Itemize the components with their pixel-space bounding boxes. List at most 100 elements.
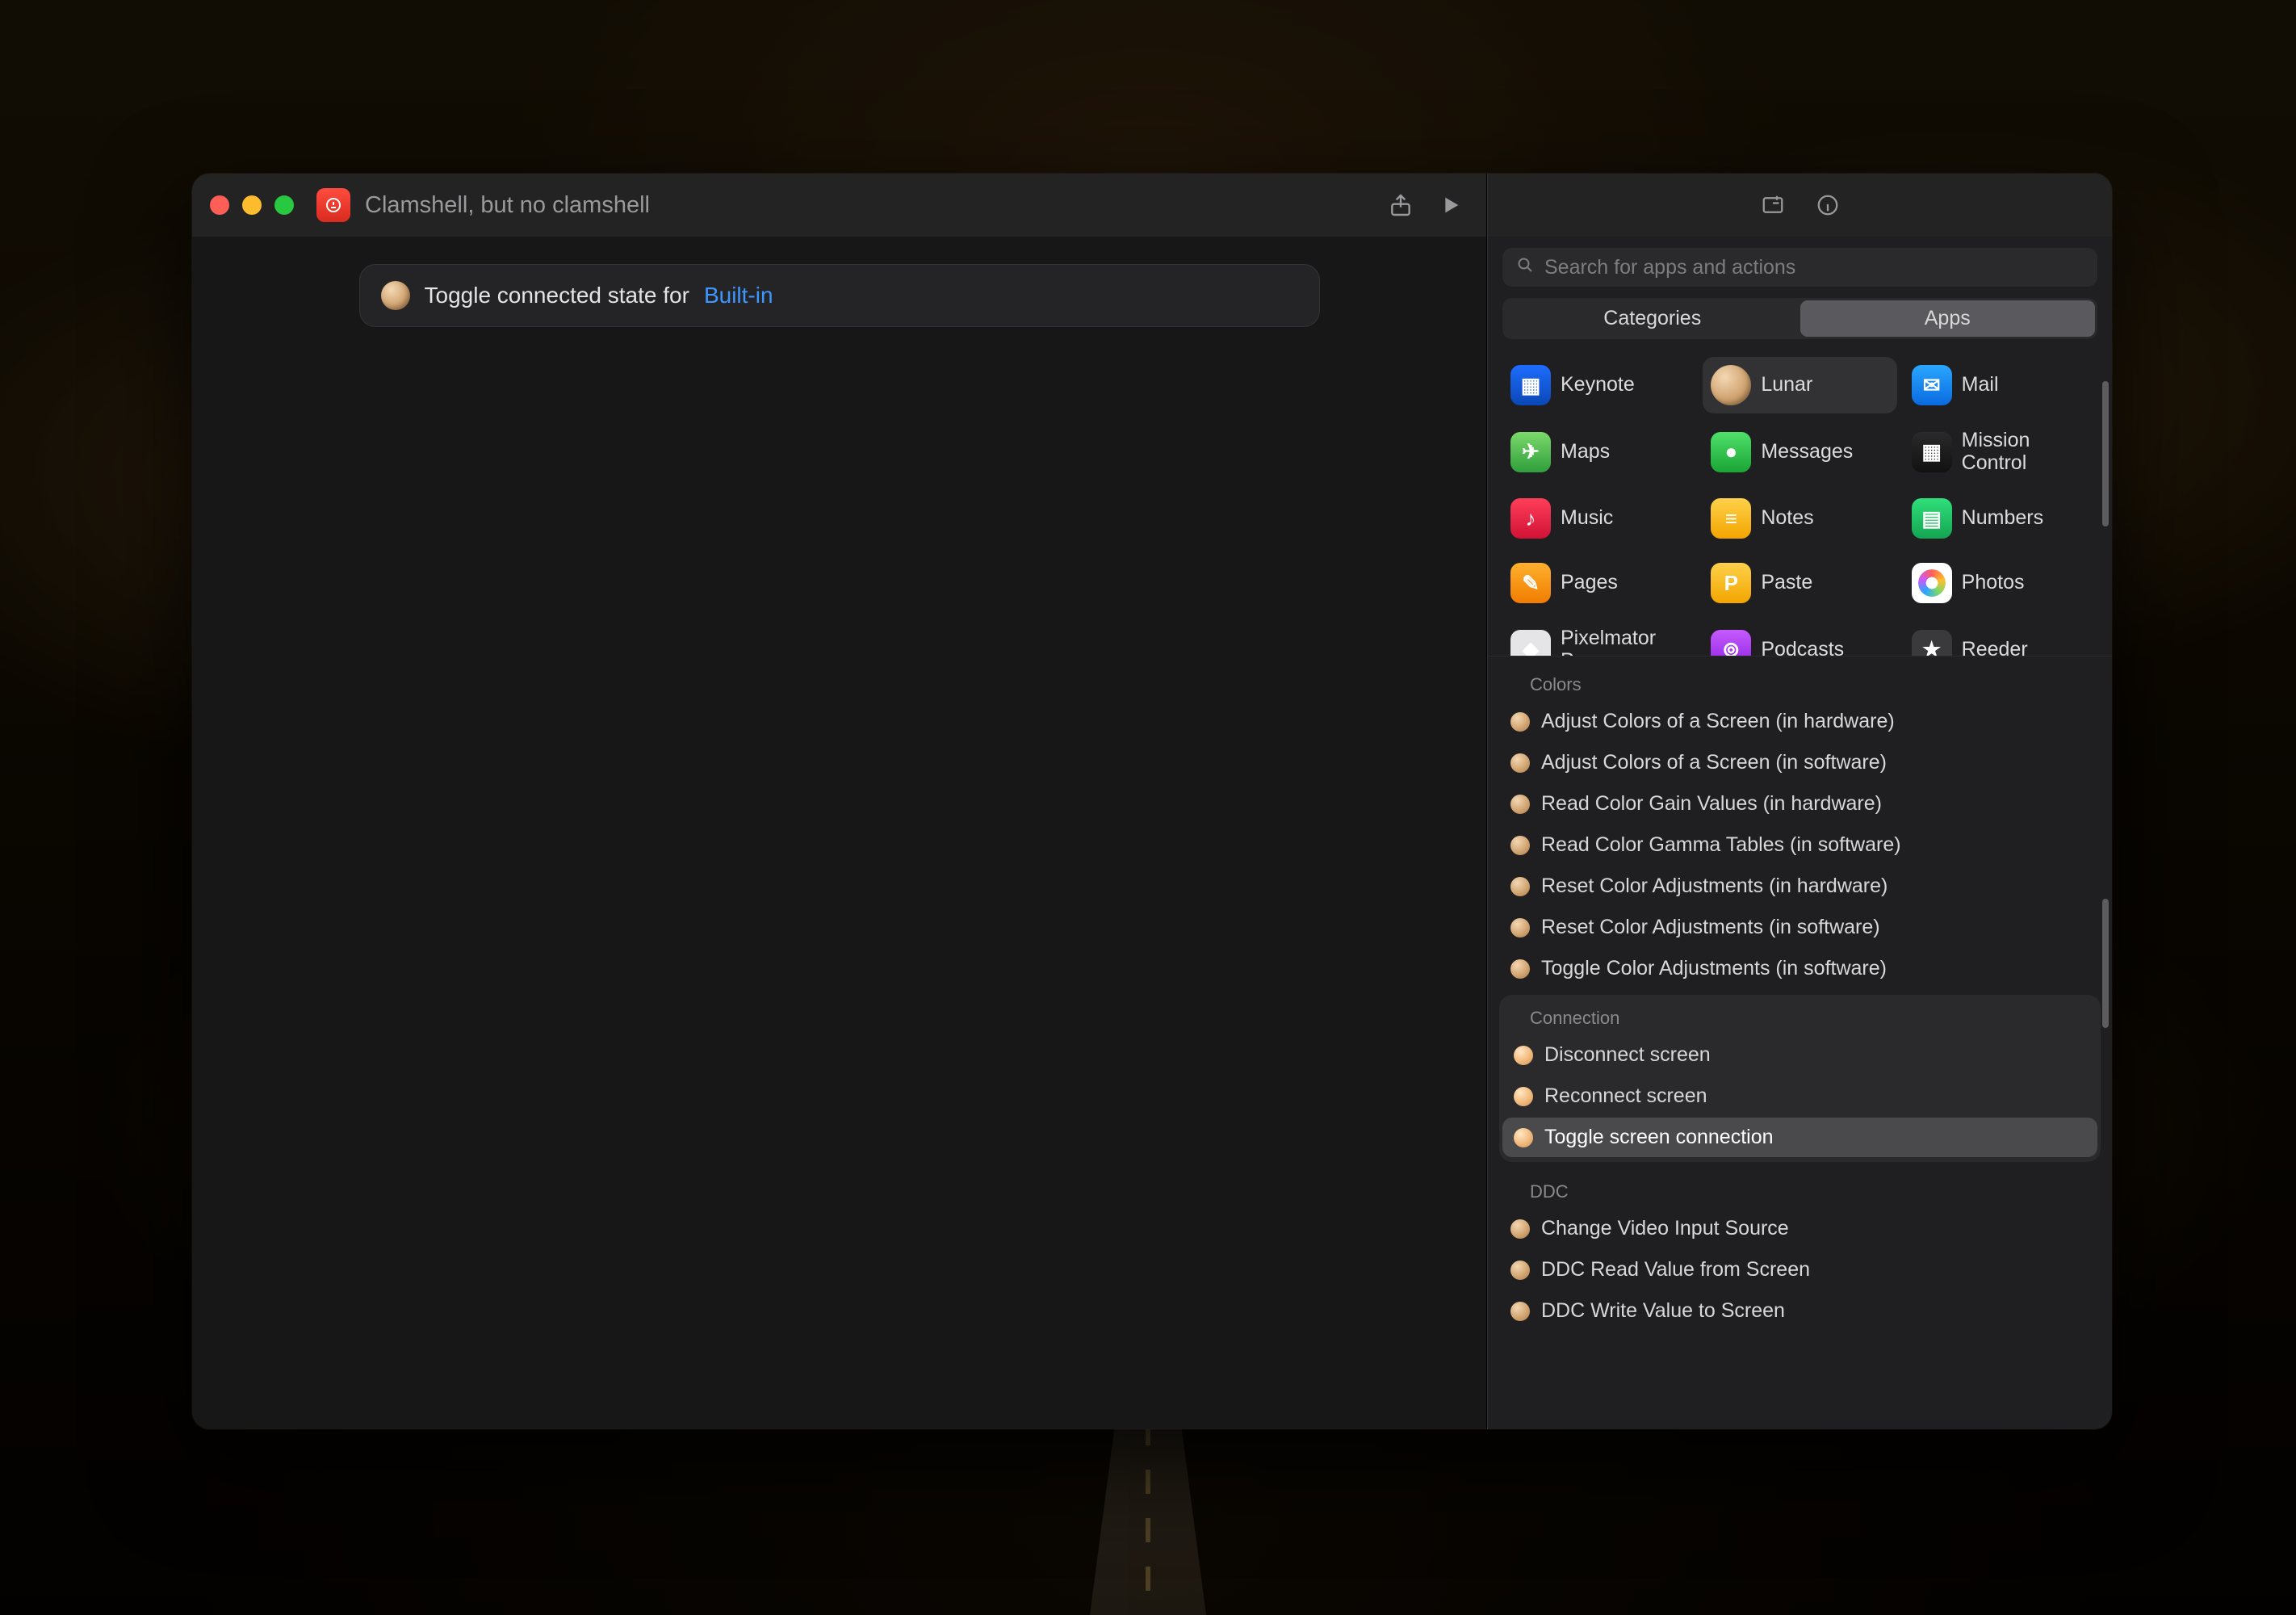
lunar-icon xyxy=(1510,795,1530,814)
action-disconnect-screen[interactable]: Disconnect screen xyxy=(1502,1035,2097,1075)
action-label: Read Color Gamma Tables (in software) xyxy=(1541,833,1901,857)
app-label: Reeder xyxy=(1962,639,2028,656)
editor-pane: Clamshell, but no clamshell Toggle conne… xyxy=(192,174,1487,1429)
app-label: Mission Control xyxy=(1962,430,2089,474)
editor-body[interactable]: Toggle connected state for Built-in xyxy=(192,237,1486,1429)
app-cell-pages[interactable]: ✎Pages xyxy=(1502,555,1696,611)
shortcuts-window: Clamshell, but no clamshell Toggle conne… xyxy=(192,174,2112,1429)
traffic-lights xyxy=(210,195,294,215)
action-prefix: Toggle connected state for xyxy=(425,283,689,308)
lunar-icon xyxy=(1510,959,1530,979)
run-button[interactable] xyxy=(1433,187,1469,223)
app-cell-reeder[interactable]: ★ Reeder xyxy=(1904,619,2097,656)
numbers-icon: ▤ xyxy=(1912,498,1952,539)
action-label: Disconnect screen xyxy=(1544,1043,1711,1067)
action-read-color-gamma-tables-in-software[interactable]: Read Color Gamma Tables (in software) xyxy=(1499,825,2101,865)
app-label: Messages xyxy=(1761,441,1853,464)
app-cell-photos[interactable]: Photos xyxy=(1904,555,2097,611)
action-label: Toggle Color Adjustments (in software) xyxy=(1541,957,1887,980)
action-reset-color-adjustments-in-hardware[interactable]: Reset Color Adjustments (in hardware) xyxy=(1499,866,2101,906)
action-label: DDC Read Value from Screen xyxy=(1541,1258,1810,1282)
messages-icon: ● xyxy=(1711,432,1751,472)
music-icon: ♪ xyxy=(1510,498,1551,539)
library-pane: Categories Apps ▦KeynoteLunar✉Mail✈Maps●… xyxy=(1487,174,2112,1429)
lunar-icon xyxy=(1510,712,1530,732)
lunar-icon xyxy=(381,281,410,310)
action-reconnect-screen[interactable]: Reconnect screen xyxy=(1502,1076,2097,1116)
apps-scrollbar[interactable] xyxy=(2102,381,2109,526)
library-titlebar xyxy=(1488,174,2112,237)
tab-apps[interactable]: Apps xyxy=(1800,300,2096,337)
lunar-icon xyxy=(1514,1128,1533,1147)
minimize-button[interactable] xyxy=(242,195,262,215)
app-label: Lunar xyxy=(1761,374,1812,396)
lunar-icon xyxy=(1514,1087,1533,1106)
app-cell-notes[interactable]: ≡ Notes xyxy=(1703,490,1896,547)
action-ddc-read-value-from-screen[interactable]: DDC Read Value from Screen xyxy=(1499,1250,2101,1290)
share-button[interactable] xyxy=(1383,187,1418,223)
app-cell-music[interactable]: ♪ Music xyxy=(1502,490,1696,547)
action-toggle-screen-connection[interactable]: Toggle screen connection xyxy=(1502,1118,2097,1157)
lunar-icon xyxy=(1510,753,1530,773)
app-label: Numbers xyxy=(1962,507,2043,530)
action-change-video-input-source[interactable]: Change Video Input Source xyxy=(1499,1209,2101,1248)
action-adjust-colors-of-a-screen-in-software[interactable]: Adjust Colors of a Screen (in software) xyxy=(1499,743,2101,782)
mission-control-icon: ▦ xyxy=(1912,432,1952,472)
close-button[interactable] xyxy=(210,195,229,215)
app-cell-mail[interactable]: ✉ Mail xyxy=(1904,357,2097,413)
lunar-icon xyxy=(1510,1219,1530,1239)
actions-panel: ColorsAdjust Colors of a Screen (in hard… xyxy=(1488,656,2112,1358)
action-toggle-color-adjustments-in-software[interactable]: Toggle Color Adjustments (in software) xyxy=(1499,949,2101,988)
mail-icon: ✉ xyxy=(1912,365,1952,405)
action-label: Change Video Input Source xyxy=(1541,1217,1789,1240)
search-input[interactable] xyxy=(1544,256,2084,279)
section-title-connection: Connection xyxy=(1502,998,2097,1034)
shortcut-icon[interactable] xyxy=(316,188,350,222)
app-cell-lunar[interactable]: Lunar xyxy=(1703,357,1896,413)
app-cell-pixelmator-pro[interactable]: ◆Pixelmator Pro xyxy=(1502,619,1696,656)
lunar-icon xyxy=(1510,836,1530,855)
apps-grid[interactable]: ▦KeynoteLunar✉Mail✈Maps●Messages▦Mission… xyxy=(1488,349,2112,656)
app-cell-podcasts[interactable]: ⊚Podcasts xyxy=(1703,619,1896,656)
notes-icon: ≡ xyxy=(1711,498,1751,539)
reeder-icon: ★ xyxy=(1912,630,1952,656)
section-title-colors: Colors xyxy=(1499,661,2101,700)
app-label: Mail xyxy=(1962,374,1999,396)
app-cell-paste[interactable]: P Paste xyxy=(1703,555,1896,611)
app-label: Notes xyxy=(1761,507,1813,530)
zoom-button[interactable] xyxy=(274,195,294,215)
podcasts-icon: ⊚ xyxy=(1711,630,1751,656)
app-cell-keynote[interactable]: ▦Keynote xyxy=(1502,357,1696,413)
app-cell-maps[interactable]: ✈Maps xyxy=(1502,422,1696,482)
actions-scrollbar[interactable] xyxy=(2102,899,2109,1028)
actions-scroll[interactable]: ColorsAdjust Colors of a Screen (in hard… xyxy=(1488,656,2112,1349)
search-wrap xyxy=(1488,237,2112,295)
app-label: Music xyxy=(1561,507,1613,530)
search-icon xyxy=(1515,255,1535,280)
tab-categories[interactable]: Categories xyxy=(1505,300,1800,337)
action-label: DDC Write Value to Screen xyxy=(1541,1299,1785,1323)
action-label: Reset Color Adjustments (in software) xyxy=(1541,916,1880,939)
info-button[interactable] xyxy=(1812,189,1844,221)
library-toggle-button[interactable] xyxy=(1757,189,1789,221)
action-label: Adjust Colors of a Screen (in software) xyxy=(1541,751,1887,774)
app-label: Keynote xyxy=(1561,374,1635,396)
search-field[interactable] xyxy=(1502,248,2097,287)
app-label: Photos xyxy=(1962,572,2025,594)
lunar-icon xyxy=(1711,365,1751,405)
app-label: Pixelmator Pro xyxy=(1561,627,1688,656)
app-cell-messages[interactable]: ● Messages xyxy=(1703,422,1896,482)
action-read-color-gain-values-in-hardware[interactable]: Read Color Gain Values (in hardware) xyxy=(1499,784,2101,824)
lunar-icon xyxy=(1510,1302,1530,1321)
action-label: Reconnect screen xyxy=(1544,1084,1707,1108)
app-label: Paste xyxy=(1761,572,1812,594)
paste-icon: P xyxy=(1711,563,1751,603)
action-block-toggle-connected[interactable]: Toggle connected state for Built-in xyxy=(359,264,1320,327)
view-switch: Categories Apps xyxy=(1488,295,2112,349)
action-parameter[interactable]: Built-in xyxy=(704,283,773,308)
app-cell-numbers[interactable]: ▤ Numbers xyxy=(1904,490,2097,547)
app-cell-mission-control[interactable]: ▦Mission Control xyxy=(1904,422,2097,482)
action-reset-color-adjustments-in-software[interactable]: Reset Color Adjustments (in software) xyxy=(1499,908,2101,947)
action-adjust-colors-of-a-screen-in-hardware[interactable]: Adjust Colors of a Screen (in hardware) xyxy=(1499,702,2101,741)
action-ddc-write-value-to-screen[interactable]: DDC Write Value to Screen xyxy=(1499,1291,2101,1331)
